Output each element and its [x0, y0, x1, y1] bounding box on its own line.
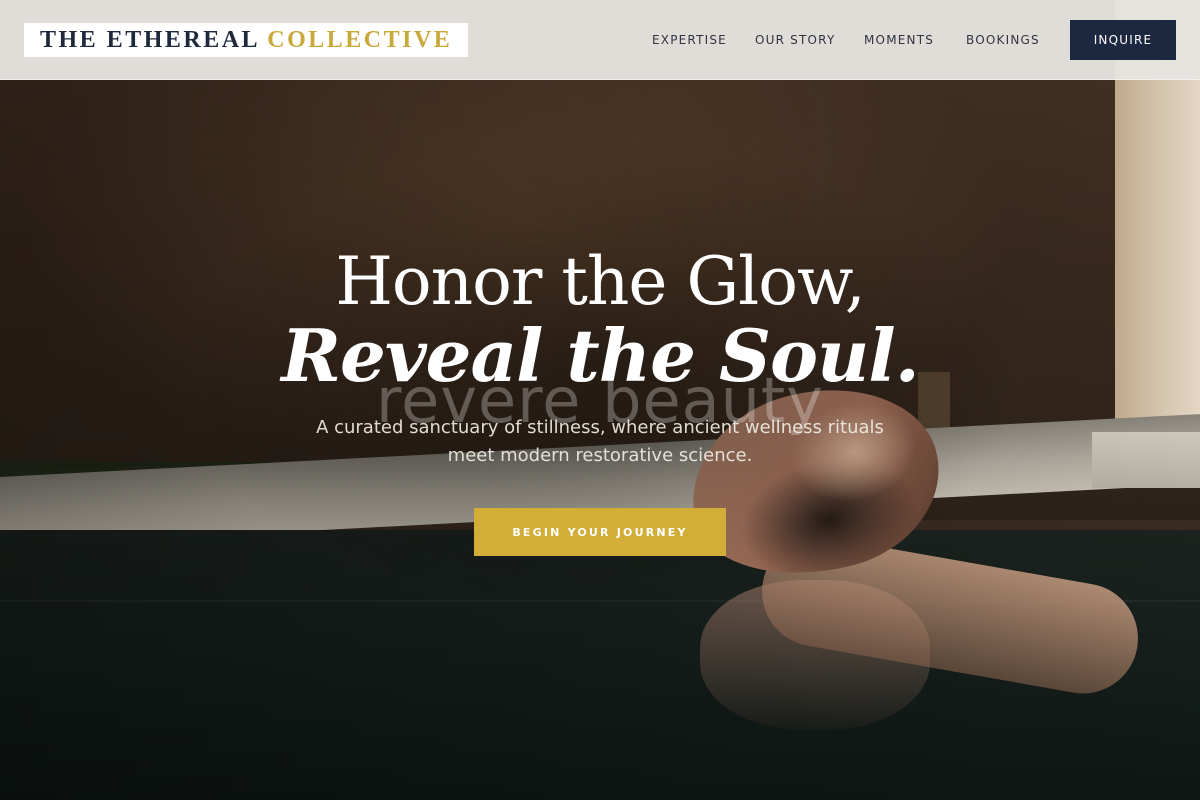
hero-headline-line2: Reveal the Soul. — [281, 313, 920, 398]
hero-headline-line1: Honor the Glow, — [335, 243, 865, 320]
nav-link-our-story[interactable]: OUR STORY — [755, 33, 835, 47]
site-logo[interactable]: THE ETHEREAL COLLECTIVE — [24, 23, 469, 57]
begin-journey-button[interactable]: BEGIN YOUR JOURNEY — [474, 508, 726, 556]
hero-subtitle: A curated sanctuary of stillness, where … — [316, 417, 884, 466]
nav-link-moments[interactable]: MOMENTS — [864, 33, 934, 47]
inquire-button[interactable]: INQUIRE — [1070, 20, 1176, 60]
nav-link-expertise[interactable]: EXPERTISE — [652, 33, 727, 47]
hero-headline: Honor the Glow, Reveal the Soul. — [0, 244, 1200, 392]
logo-text-accent: COLLECTIVE — [267, 27, 453, 53]
logo-text-primary: THE ETHEREAL — [40, 27, 259, 53]
nav-link-bookings[interactable]: BOOKINGS — [966, 33, 1040, 47]
hero-section: revere beauty Honor the Glow, Reveal the… — [0, 0, 1200, 800]
site-header: THE ETHEREAL COLLECTIVE EXPERTISE OUR ST… — [0, 0, 1200, 80]
